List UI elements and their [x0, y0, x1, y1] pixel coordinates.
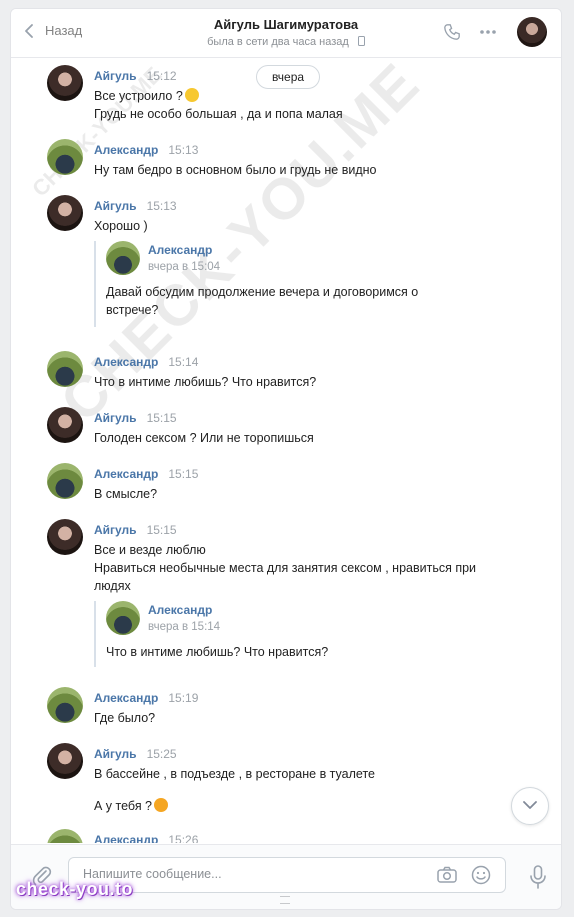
message-author[interactable]: Айгуль 15:12 — [94, 69, 177, 83]
message-time: 15:19 — [168, 691, 199, 705]
message-text: В бассейне , в подъезде , в ресторане в … — [94, 767, 375, 781]
message-text: А у тебя ? — [94, 797, 169, 815]
avatar[interactable] — [47, 407, 83, 443]
smile-icon[interactable] — [471, 865, 491, 885]
phone-icon[interactable] — [443, 23, 461, 41]
message: Александр 15:14 Что в интиме любишь? Что … — [47, 351, 517, 391]
message-time: 15:15 — [146, 411, 177, 425]
forwarded-message[interactable]: Александр вчера в 15:04 Давай обсудим пр… — [94, 241, 456, 327]
avatar[interactable] — [47, 519, 83, 555]
message-author[interactable]: Айгуль 15:25 — [94, 747, 177, 761]
more-dots-icon[interactable] — [479, 23, 497, 41]
brand-watermark: check-you.to — [16, 879, 134, 899]
message-author[interactable]: Александр 15:19 — [94, 691, 198, 705]
forwarded-message[interactable]: Александр вчера в 15:14 Что в интиме люб… — [94, 601, 456, 667]
forwarded-text: Что в интиме любишь? Что нравится? — [106, 645, 329, 659]
avatar[interactable] — [47, 829, 83, 843]
message-author[interactable]: Александр 15:15 — [94, 467, 198, 481]
message: Айгуль 15:13 Хорошо ) Александр вчера в 1… — [47, 195, 517, 335]
message: Александр 15:26 — [47, 829, 517, 843]
message: Айгуль 15:25 В бассейне , в подъезде , в … — [47, 743, 517, 815]
message-text: Где было? — [94, 711, 156, 725]
mic-icon[interactable] — [529, 865, 547, 889]
message-author[interactable]: Александр 15:14 — [94, 355, 198, 369]
message-text: Что в интиме любишь? Что нравится? — [94, 375, 317, 389]
avatar[interactable] — [106, 241, 140, 275]
scroll-down-button[interactable] — [511, 787, 549, 825]
forwarded-author[interactable]: Александр — [148, 243, 212, 257]
message-text: Грудь не особо большая , да и попа малая — [94, 107, 343, 121]
forwarded-time: вчера в 15:04 — [148, 261, 221, 273]
message: Александр 15:13 Ну там бедро в основном б… — [47, 139, 517, 179]
forwarded-text: Давай обсудим продолжение вечера и догов… — [106, 285, 419, 317]
message-time: 15:25 — [146, 747, 177, 761]
resize-grip-icon[interactable] — [280, 896, 290, 904]
chat-window: Назад Айгуль Шагимуратова была в сети дв… — [10, 8, 562, 910]
avatar[interactable] — [106, 601, 140, 635]
message-time: 15:13 — [168, 143, 199, 157]
online-status-text: была в сети два часа назад — [207, 36, 349, 48]
avatar[interactable] — [47, 351, 83, 387]
message-time: 15:26 — [168, 833, 199, 843]
message-time: 15:12 — [146, 69, 177, 83]
message-time: 15:15 — [168, 467, 199, 481]
camera-icon[interactable] — [437, 866, 457, 884]
avatar[interactable] — [47, 139, 83, 175]
message: Айгуль 15:15 Все и везде люблю Нравиться … — [47, 519, 517, 679]
message-text: Все и везде люблю Нравиться необычные ме… — [94, 543, 477, 593]
message: Айгуль 15:15 Голоден сексом ? Или не торо… — [47, 407, 517, 447]
message-list[interactable]: CHECK-YOU.ME CHECK-YOU.ME вчера Айгуль 15… — [11, 59, 561, 843]
message-author[interactable]: Айгуль 15:15 — [94, 411, 177, 425]
message-text: Голоден сексом ? Или не торопишься — [94, 431, 314, 445]
mobile-icon — [357, 36, 365, 46]
message-time: 15:14 — [168, 355, 199, 369]
grin-emoji-icon — [184, 88, 199, 102]
avatar[interactable] — [47, 195, 83, 231]
message-text: В смысле? — [94, 487, 158, 501]
message-author[interactable]: Айгуль 15:15 — [94, 523, 177, 537]
message: Александр 15:19 Где было? — [47, 687, 517, 727]
chat-header: Назад Айгуль Шагимуратова была в сети дв… — [11, 9, 561, 58]
forwarded-author[interactable]: Александр — [148, 603, 212, 617]
message-time: 15:15 — [146, 523, 177, 537]
avatar[interactable] — [47, 743, 83, 779]
chevron-down-icon — [523, 801, 537, 809]
message-text: Ну там бедро в основном было и грудь не … — [94, 163, 377, 177]
message-input-box — [68, 857, 506, 893]
avatar[interactable] — [47, 687, 83, 723]
header-avatar[interactable] — [517, 17, 547, 47]
message-text: Все устроило ? — [94, 87, 199, 105]
message-author[interactable]: Александр 15:26 — [94, 833, 198, 843]
hearts-emoji-icon — [154, 798, 169, 812]
message: Александр 15:15 В смысле? — [47, 463, 517, 503]
message-text: Хорошо ) — [94, 219, 148, 233]
avatar[interactable] — [47, 65, 83, 101]
message-time: 15:13 — [146, 199, 177, 213]
avatar[interactable] — [47, 463, 83, 499]
message-author[interactable]: Александр 15:13 — [94, 143, 198, 157]
message-author[interactable]: Айгуль 15:13 — [94, 199, 177, 213]
message: Айгуль 15:12 Все устроило ? Грудь не особ… — [47, 65, 517, 125]
forwarded-time: вчера в 15:14 — [148, 621, 221, 633]
